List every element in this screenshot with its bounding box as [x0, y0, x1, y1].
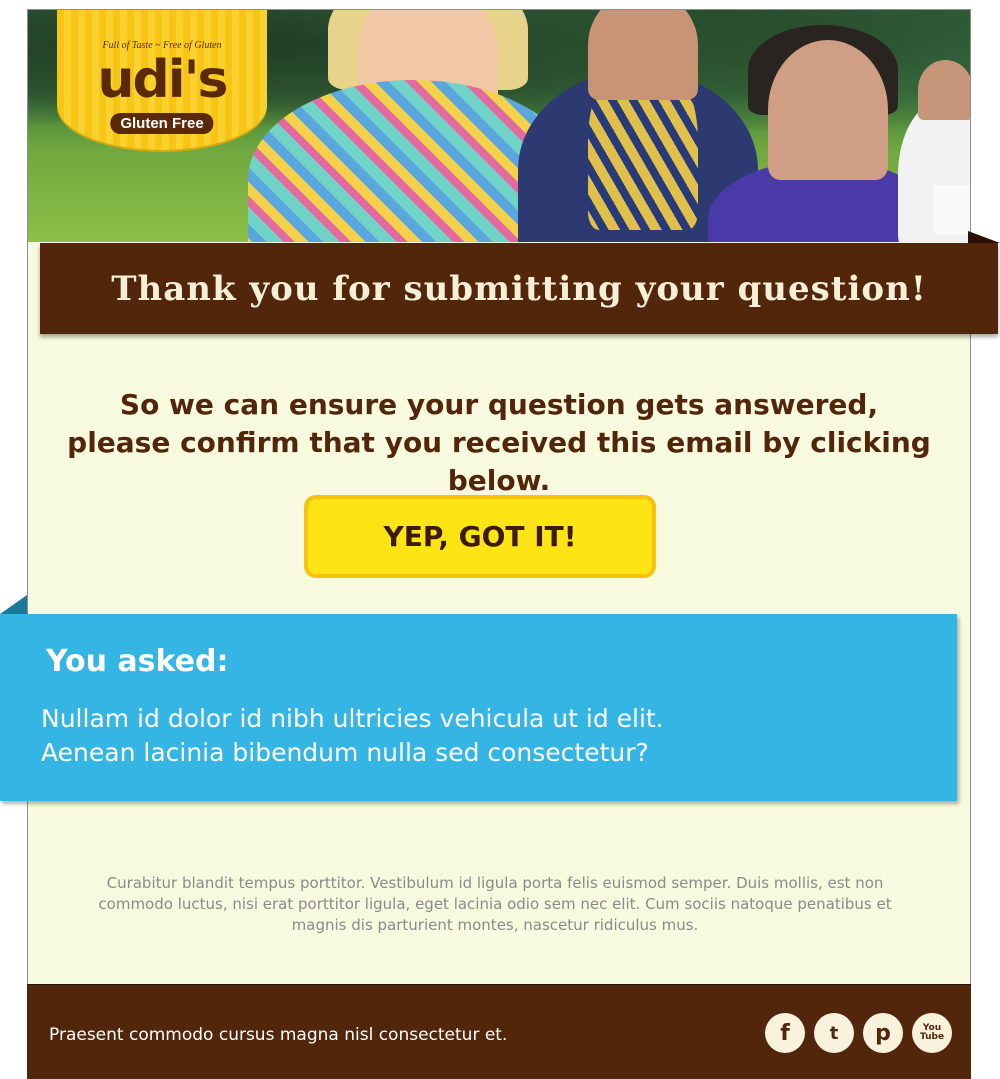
facebook-glyph: f	[780, 1020, 790, 1046]
question-panel-fold	[0, 595, 27, 614]
facebook-icon[interactable]: f	[765, 1013, 805, 1053]
instruction-line-2: please confirm that you received this em…	[67, 426, 931, 497]
logo-gluten-free: Gluten Free	[110, 113, 214, 134]
logo-wordmark: udi's	[97, 50, 229, 110]
youtube-glyph-bottom: Tube	[919, 1032, 945, 1042]
ribbon-fold	[968, 231, 1000, 243]
title-ribbon: Thank you for submitting your question!	[40, 243, 998, 334]
question-line-1: Nullam id dolor id nibh ultricies vehicu…	[41, 704, 664, 733]
hero-person-4-head	[918, 60, 970, 120]
confirmation-instructions: So we can ensure your question gets answ…	[28, 386, 970, 500]
question-line-2: Aenean lacinia bibendum nulla sed consec…	[41, 738, 649, 767]
pinterest-icon[interactable]: p	[863, 1013, 903, 1053]
question-label: You asked:	[46, 644, 229, 679]
hero-person-2-head	[588, 10, 698, 100]
instruction-line-1: So we can ensure your question gets answ…	[119, 388, 879, 421]
footer: Praesent commodo cursus magna nisl conse…	[27, 984, 971, 1079]
youtube-icon[interactable]: You Tube	[912, 1013, 952, 1053]
pinterest-glyph: p	[875, 1020, 891, 1046]
twitter-icon[interactable]: t	[814, 1013, 854, 1053]
page-title: Thank you for submitting your question!	[111, 268, 927, 309]
hero-cup	[933, 185, 970, 235]
question-text: Nullam id dolor id nibh ultricies vehicu…	[41, 702, 664, 770]
twitter-glyph: t	[829, 1022, 839, 1044]
footer-text: Praesent commodo cursus magna nisl conse…	[49, 1025, 508, 1045]
hero-person-3-head	[768, 40, 888, 180]
question-panel: You asked: Nullam id dolor id nibh ultri…	[0, 614, 957, 801]
confirm-button[interactable]: YEP, GOT IT!	[304, 495, 656, 578]
udis-logo-badge[interactable]: Full of Taste ~ Free of Gluten udi's Glu…	[57, 10, 267, 150]
fine-print: Curabitur blandit tempus porttitor. Vest…	[98, 874, 892, 934]
